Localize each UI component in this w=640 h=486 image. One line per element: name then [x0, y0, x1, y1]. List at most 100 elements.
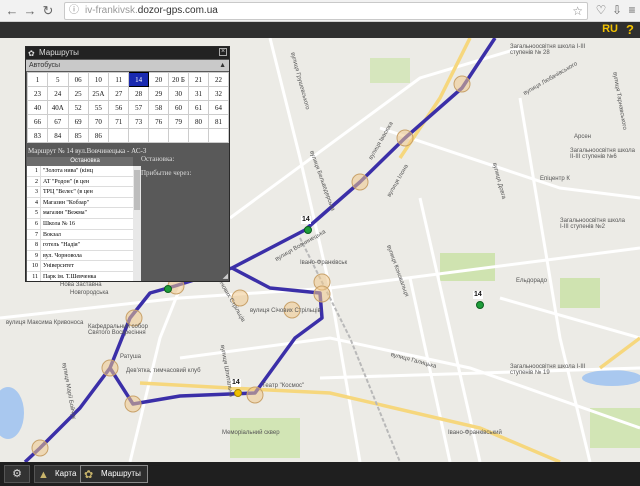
- stop-row[interactable]: 2 АТ "Родон" (в цен: [27, 176, 133, 188]
- park-area: [560, 278, 600, 308]
- route-cell-11[interactable]: 11: [108, 72, 130, 87]
- route-cell-86[interactable]: 86: [87, 128, 110, 143]
- route-cell-61[interactable]: 61: [188, 100, 209, 115]
- route-cell-30[interactable]: 30: [168, 86, 189, 101]
- bus-section-header[interactable]: Автобусы ▲: [26, 60, 229, 71]
- panel-titlebar[interactable]: ✿ Маршруты ×: [26, 47, 229, 59]
- stops-header: Остановка: [27, 157, 133, 166]
- help-button[interactable]: ?: [626, 22, 634, 37]
- collapse-triangle-icon[interactable]: ▲: [219, 60, 226, 71]
- route-cell-32[interactable]: 32: [207, 86, 230, 101]
- bus-marker[interactable]: 14: [473, 291, 485, 314]
- settings-icon[interactable]: ⚙: [4, 465, 30, 483]
- stop-name: Школа № 16: [43, 220, 75, 227]
- stop-row[interactable]: 3 ТРЦ "Велес" (в цен: [27, 187, 133, 198]
- route-cell-56[interactable]: 56: [108, 100, 130, 115]
- stop-circle[interactable]: [351, 173, 369, 191]
- route-cell-21[interactable]: 21: [188, 72, 209, 87]
- route-cell-14[interactable]: 14: [128, 72, 150, 87]
- route-cell-71[interactable]: 71: [108, 114, 130, 129]
- route-cell-25A[interactable]: 25A: [87, 86, 110, 101]
- pocket-icon[interactable]: ♡: [594, 3, 608, 17]
- routes-icon: ✿: [28, 49, 35, 58]
- stop-row[interactable]: 9 вул. Чорновола: [27, 250, 133, 262]
- empty-cell: [108, 128, 130, 143]
- stop-circle[interactable]: [313, 285, 331, 303]
- route-cell-27[interactable]: 27: [108, 86, 130, 101]
- stop-circle[interactable]: [246, 386, 264, 404]
- bus-marker[interactable]: 14: [231, 379, 243, 402]
- stop-row[interactable]: 1 "Золота нива" (кінц: [27, 166, 133, 177]
- route-cell-85[interactable]: 85: [67, 128, 89, 143]
- route-cell-69[interactable]: 69: [67, 114, 89, 129]
- route-row: 23 24 25 25A 27 28 29 30 31 32: [27, 86, 230, 101]
- routes-button[interactable]: ✿ Маршруты: [80, 465, 148, 483]
- arrival-label: Прибытие через:: [141, 169, 192, 177]
- stop-row[interactable]: 5 магазин "Вежма": [27, 208, 133, 219]
- route-cell-25[interactable]: 25: [67, 86, 89, 101]
- stop-row[interactable]: 10 Університет: [27, 261, 133, 272]
- bus-marker[interactable]: 14: [301, 216, 313, 239]
- page-info-icon[interactable]: ⓘ: [69, 5, 81, 17]
- route-cell-58[interactable]: 58: [148, 100, 170, 115]
- route-cell-23[interactable]: 23: [27, 86, 48, 101]
- stop-row[interactable]: 11 Парк ім. Т.Шевченка: [27, 271, 133, 281]
- route-cell-55[interactable]: 55: [87, 100, 110, 115]
- route-cell-40[interactable]: 40: [27, 100, 48, 115]
- scrollbar-thumb[interactable]: [134, 170, 140, 210]
- reload-icon[interactable]: ↻: [40, 3, 56, 19]
- route-cell-57[interactable]: 57: [128, 100, 150, 115]
- close-icon[interactable]: ×: [219, 48, 227, 56]
- route-cell-81[interactable]: 81: [207, 114, 230, 129]
- route-cell-67[interactable]: 67: [46, 114, 69, 129]
- route-cell-31[interactable]: 31: [188, 86, 209, 101]
- route-cell-1[interactable]: 1: [27, 72, 48, 87]
- back-icon[interactable]: ←: [4, 3, 20, 19]
- route-cell-60[interactable]: 60: [168, 100, 189, 115]
- stop-name: ТРЦ "Велес" (в цен: [43, 189, 93, 196]
- stop-row[interactable]: 6 Школа № 16: [27, 218, 133, 230]
- route-cell-83[interactable]: 83: [27, 128, 48, 143]
- route-cell-24[interactable]: 24: [46, 86, 69, 101]
- language-switch[interactable]: RU: [602, 23, 618, 35]
- bus-marker[interactable]: 14: [163, 284, 173, 298]
- route-cell-06[interactable]: 06: [67, 72, 89, 87]
- stop-circle[interactable]: [453, 75, 471, 93]
- route-cell-28[interactable]: 28: [128, 86, 150, 101]
- route-cell-20[interactable]: 20: [148, 72, 170, 87]
- route-cell-84[interactable]: 84: [46, 128, 69, 143]
- resize-grip-icon[interactable]: ◢: [223, 272, 228, 280]
- stop-circle[interactable]: [101, 359, 119, 377]
- address-bar[interactable]: ⓘ iv-frankivsk.dozor-gps.com.ua ☆: [64, 2, 588, 20]
- route-cell-22[interactable]: 22: [207, 72, 230, 87]
- bottom-toolbar: ⚙ ▲ Карта ✿ Маршруты: [0, 462, 640, 486]
- forward-icon[interactable]: →: [22, 3, 38, 19]
- route-cell-64[interactable]: 64: [207, 100, 230, 115]
- stop-number: 8: [27, 240, 41, 250]
- empty-cell: [168, 128, 189, 143]
- route-cell-20 Б[interactable]: 20 Б: [168, 72, 189, 87]
- bookmark-star-icon[interactable]: ☆: [572, 4, 583, 18]
- route-cell-5[interactable]: 5: [46, 72, 69, 87]
- stop-circle[interactable]: [31, 439, 49, 457]
- stop-circle[interactable]: [124, 395, 142, 413]
- menu-icon[interactable]: ≡: [625, 3, 639, 17]
- stop-row[interactable]: 7 Вокзал: [27, 229, 133, 241]
- bus-icon: [234, 389, 242, 397]
- route-cell-66[interactable]: 66: [27, 114, 48, 129]
- route-cell-70[interactable]: 70: [87, 114, 110, 129]
- route-cell-79[interactable]: 79: [168, 114, 189, 129]
- stop-row[interactable]: 8 готель "Надія": [27, 240, 133, 251]
- route-cell-29[interactable]: 29: [148, 86, 170, 101]
- route-cell-73[interactable]: 73: [128, 114, 150, 129]
- map-button[interactable]: ▲ Карта: [34, 465, 84, 483]
- download-icon[interactable]: ⇩: [610, 3, 624, 17]
- stop-row[interactable]: 4 Магазин "Кобзар": [27, 197, 133, 209]
- route-cell-10[interactable]: 10: [87, 72, 110, 87]
- route-cell-40A[interactable]: 40A: [46, 100, 69, 115]
- stops-scrollbar[interactable]: [133, 166, 141, 281]
- route-cell-80[interactable]: 80: [188, 114, 209, 129]
- route-cell-52[interactable]: 52: [67, 100, 89, 115]
- route-cell-76[interactable]: 76: [148, 114, 170, 129]
- stop-circle[interactable]: [396, 129, 414, 147]
